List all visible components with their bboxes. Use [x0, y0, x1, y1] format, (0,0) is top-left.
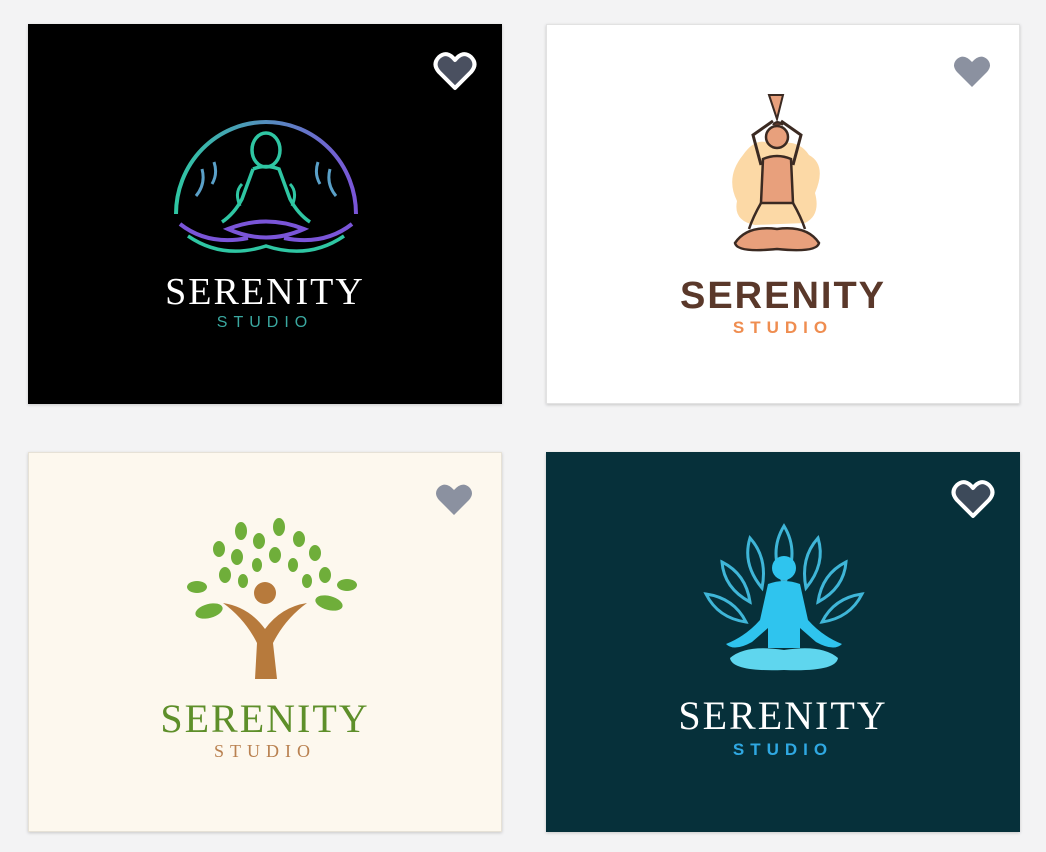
logo-subtitle: STUDIO — [216, 314, 314, 331]
heart-icon[interactable] — [429, 475, 479, 525]
logo-subtitle: STUDIO — [732, 318, 834, 337]
logo-subtitle: STUDIO — [732, 740, 834, 759]
logo-subtitle: STUDIO — [214, 741, 316, 761]
logo-title: SERENITY — [160, 696, 370, 741]
heart-icon[interactable] — [947, 47, 997, 97]
logo-title: SERENITY — [679, 275, 887, 317]
logo-card-3[interactable]: SERENITY STUDIO — [28, 452, 502, 832]
heart-icon[interactable] — [948, 474, 998, 524]
logo-title: SERENITY — [678, 693, 888, 738]
logo-card-1[interactable]: SERENITY STUDIO — [28, 24, 502, 404]
logo-title: SERENITY — [165, 271, 365, 313]
heart-icon[interactable] — [430, 46, 480, 96]
logo-card-4[interactable]: SERENITY STUDIO — [546, 452, 1020, 832]
logo-card-2[interactable]: SERENITY STUDIO — [546, 24, 1020, 404]
